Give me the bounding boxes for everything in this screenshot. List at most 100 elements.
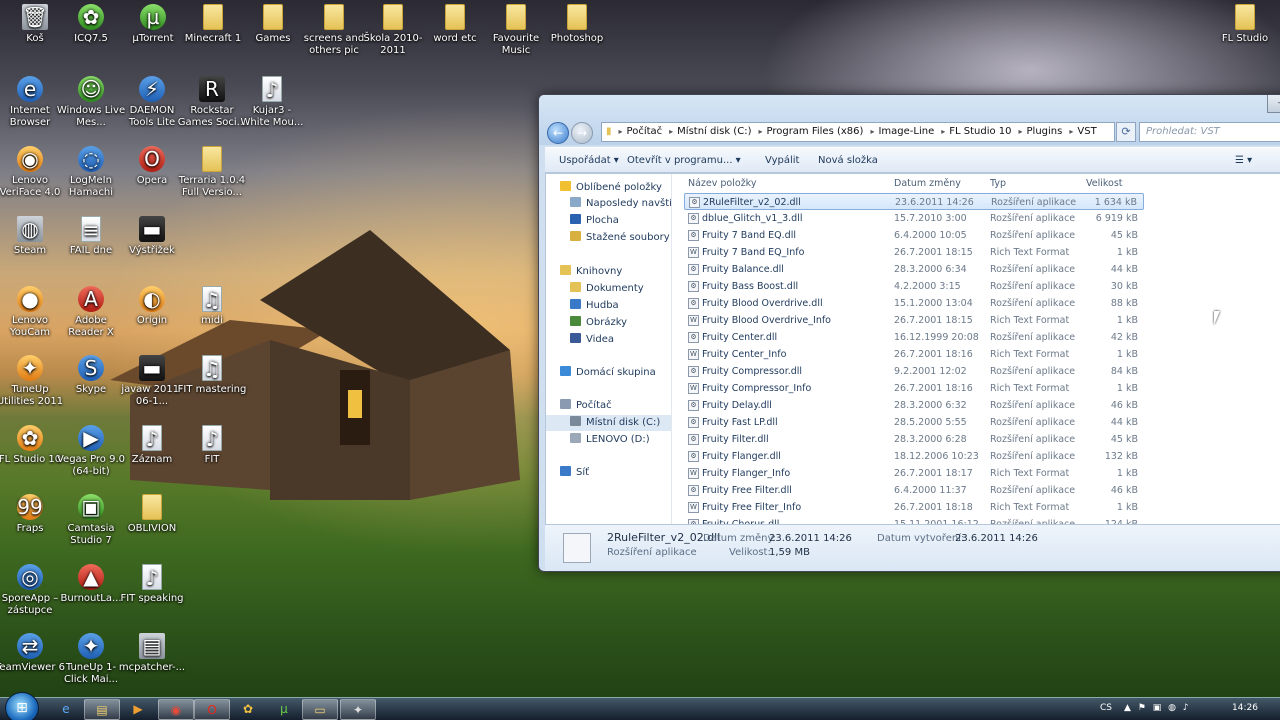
column-header-date[interactable]: Datum změny xyxy=(894,178,961,192)
desktop-icon[interactable]: ▶ Vegas Pro 9.0 (64-bit) xyxy=(56,425,126,478)
desktop-icon[interactable]: OBLIVION xyxy=(117,494,187,535)
chevron-right-icon[interactable]: ▸ xyxy=(758,127,762,136)
desktop-icon[interactable]: ◌ LogMeIn Hamachi xyxy=(56,146,126,199)
chevron-right-icon[interactable]: ▸ xyxy=(870,127,874,136)
desktop-icon[interactable]: FL Studio xyxy=(1210,4,1280,45)
breadcrumb-item[interactable]: Plugins xyxy=(1027,126,1063,137)
desktop-icon[interactable]: ▲ BurnoutLa... xyxy=(56,564,126,605)
chrome-taskbar-icon[interactable]: ◉ xyxy=(158,699,194,720)
file-row[interactable]: ⚙ Fruity Center.dll 16.12.1999 20:08 Rozšíř… xyxy=(684,329,1144,346)
file-row[interactable]: ⚙ Fruity Filter.dll 28.3.2000 6:28 Rozšířen… xyxy=(684,431,1144,448)
desktop-icon[interactable]: ♪ FIT xyxy=(177,425,247,466)
breadcrumb-item[interactable]: VST xyxy=(1077,126,1096,137)
nav-item[interactable]: Domácí skupina xyxy=(546,365,671,381)
nav-item[interactable]: Dokumenty xyxy=(546,281,671,297)
file-row[interactable]: ⚙ Fruity Compressor.dll 9.2.2001 12:02 Rozš… xyxy=(684,363,1144,380)
fraps-taskbar-icon[interactable]: ✦ xyxy=(340,699,376,720)
column-header-type[interactable]: Typ xyxy=(990,178,1006,192)
search-input[interactable]: Prohledat: VST xyxy=(1139,122,1280,142)
nav-item[interactable]: Místní disk (C:) xyxy=(546,415,671,431)
new-folder-button[interactable]: Nová složka xyxy=(818,155,878,166)
explorer-window[interactable]: — ← → ▮ ▸ Počítač ▸ Místní disk (C:) ▸ Program… xyxy=(538,94,1280,572)
desktop-icon[interactable]: Photoshop xyxy=(542,4,612,45)
column-header-size[interactable]: Velikost xyxy=(1086,178,1123,192)
ie-taskbar-icon[interactable]: e xyxy=(48,699,84,720)
address-bar[interactable]: ▮ ▸ Počítač ▸ Místní disk (C:) ▸ Program Files… xyxy=(601,122,1115,142)
file-row[interactable]: W Fruity Center_Info 26.7.2001 18:16 Rich T… xyxy=(684,346,1144,363)
file-row[interactable]: ⚙ dblue_Glitch_v1_3.dll 15.7.2010 3:00 Rozš… xyxy=(684,210,1144,227)
nav-item[interactable]: Oblíbené položky xyxy=(546,180,671,196)
forward-button[interactable]: → xyxy=(571,122,593,144)
desktop-icon[interactable]: ▤ mcpatcher-... xyxy=(117,633,187,674)
nav-item[interactable]: Videa xyxy=(546,332,671,348)
file-row[interactable]: ⚙ Fruity Free Filter.dll 6.4.2000 11:37 Roz… xyxy=(684,482,1144,499)
desktop-icon[interactable]: Terraria 1.0.4 Full Versio... xyxy=(177,146,247,199)
breadcrumb-item[interactable]: FL Studio 10 xyxy=(949,126,1011,137)
chevron-right-icon[interactable]: ▸ xyxy=(1019,127,1023,136)
chevron-right-icon[interactable]: ▸ xyxy=(669,127,673,136)
nav-item[interactable]: Plocha xyxy=(546,213,671,229)
nav-item[interactable]: Naposledy navštíver xyxy=(546,196,671,212)
desktop-icon[interactable]: Škola 2010-2011 xyxy=(358,4,428,57)
chevron-right-icon[interactable]: ▸ xyxy=(619,127,623,136)
file-row[interactable]: ⚙ Fruity 7 Band EQ.dll 6.4.2000 10:05 Rozší… xyxy=(684,227,1144,244)
breadcrumb-item[interactable]: Počítač xyxy=(627,126,663,137)
file-row[interactable]: ⚙Fruity Chorus.dll 15.11.2001 16:12 Rozšíř… xyxy=(684,516,1144,524)
open-with-button[interactable]: Otevřít v programu... ▾ xyxy=(627,155,741,166)
desktop-icon[interactable]: ▣ Camtasia Studio 7 xyxy=(56,494,126,547)
nav-item[interactable]: Stažené soubory xyxy=(546,230,671,246)
clock[interactable]: 14:26 xyxy=(1232,703,1258,713)
file-row[interactable]: ⚙ 2RuleFilter_v2_02.dll 23.6.2011 14:26 Roz… xyxy=(684,193,1144,210)
file-row[interactable]: W Fruity Blood Overdrive_Info 26.7.2001 18… xyxy=(684,312,1144,329)
nav-item[interactable]: Síť xyxy=(546,465,671,481)
breadcrumb-item[interactable]: Místní disk (C:) xyxy=(677,126,751,137)
refresh-icon[interactable]: ⟳ xyxy=(1116,122,1136,142)
back-button[interactable]: ← xyxy=(547,122,569,144)
fl-studio-taskbar-icon[interactable]: ✿ xyxy=(230,699,266,720)
desktop-icon[interactable]: ♫ FIT mastering xyxy=(177,355,247,396)
file-row[interactable]: ⚙ Fruity Balance.dll 28.3.2000 6:34 Rozšíře… xyxy=(684,261,1144,278)
organize-button[interactable]: Uspořádat ▾ xyxy=(559,155,619,166)
breadcrumb-item[interactable]: Image-Line xyxy=(878,126,934,137)
desktop-icon[interactable]: ✿ ICQ7.5 xyxy=(56,4,126,45)
desktop-icon[interactable]: ≡ FAIL dne xyxy=(56,216,126,257)
nav-item[interactable]: Počítač xyxy=(546,398,671,414)
breadcrumb-item[interactable]: Program Files (x86) xyxy=(766,126,863,137)
file-row[interactable]: W Fruity Free Filter_Info 26.7.2001 18:18 R… xyxy=(684,499,1144,516)
view-options-icon[interactable]: ☰ ▾ xyxy=(1235,155,1252,166)
desktop-icon[interactable]: Games xyxy=(238,4,308,45)
folder-taskbar-icon[interactable]: ▭ xyxy=(302,699,338,720)
desktop-icon[interactable]: ☺ Windows Live Mes... xyxy=(56,76,126,129)
utorrent-taskbar-icon[interactable]: µ xyxy=(266,699,302,720)
desktop-icon[interactable]: ♪ FIT speaking xyxy=(117,564,187,605)
desktop-icon[interactable]: A Adobe Reader X xyxy=(56,286,126,339)
desktop-icon[interactable]: ✦ TuneUp 1-Click Mai... xyxy=(56,633,126,686)
file-row[interactable]: ⚙ Fruity Fast LP.dll 28.5.2000 5:55 Rozšíře… xyxy=(684,414,1144,431)
start-button[interactable]: ⊞ xyxy=(5,692,39,720)
explorer-taskbar-icon[interactable]: ▤ xyxy=(84,699,120,720)
file-row[interactable]: ⚙ Fruity Delay.dll 28.3.2000 6:32 Rozšíření… xyxy=(684,397,1144,414)
desktop-icon[interactable]: ♫ midi xyxy=(177,286,247,327)
chevron-right-icon[interactable]: ▸ xyxy=(1069,127,1073,136)
desktop-icon[interactable]: S Skype xyxy=(56,355,126,396)
burn-button[interactable]: Vypálit xyxy=(765,155,799,166)
file-row[interactable]: W Fruity 7 Band EQ_Info 26.7.2001 18:15 Ric… xyxy=(684,244,1144,261)
minimize-button[interactable]: — xyxy=(1267,95,1280,113)
chevron-right-icon[interactable]: ▸ xyxy=(941,127,945,136)
file-row[interactable]: W Fruity Compressor_Info 26.7.2001 18:16 Ri… xyxy=(684,380,1144,397)
nav-item[interactable]: Hudba xyxy=(546,298,671,314)
nav-item[interactable]: Obrázky xyxy=(546,315,671,331)
language-indicator[interactable]: CS xyxy=(1100,703,1112,713)
file-row[interactable]: ⚙ Fruity Bass Boost.dll 4.2.2000 3:15 Rozší… xyxy=(684,278,1144,295)
desktop-icon[interactable]: Favourite Music xyxy=(481,4,551,57)
system-tray-icons[interactable]: ▲ ⚑ ▣ ◍ ♪ xyxy=(1124,703,1191,713)
file-row[interactable]: ⚙ Fruity Flanger.dll 18.12.2006 10:23 Rozší… xyxy=(684,448,1144,465)
opera-taskbar-icon[interactable]: O xyxy=(194,699,230,720)
desktop-icon[interactable]: word etc xyxy=(420,4,490,45)
nav-item[interactable]: Knihovny xyxy=(546,264,671,280)
desktop-icon[interactable]: ▬ Výstřižek xyxy=(117,216,187,257)
media-taskbar-icon[interactable]: ▶ xyxy=(120,699,156,720)
desktop-icon[interactable]: ♪ Kujar3 - White Mou... xyxy=(237,76,307,129)
nav-item[interactable]: LENOVO (D:) xyxy=(546,432,671,448)
file-row[interactable]: ⚙ Fruity Blood Overdrive.dll 15.1.2000 13:… xyxy=(684,295,1144,312)
